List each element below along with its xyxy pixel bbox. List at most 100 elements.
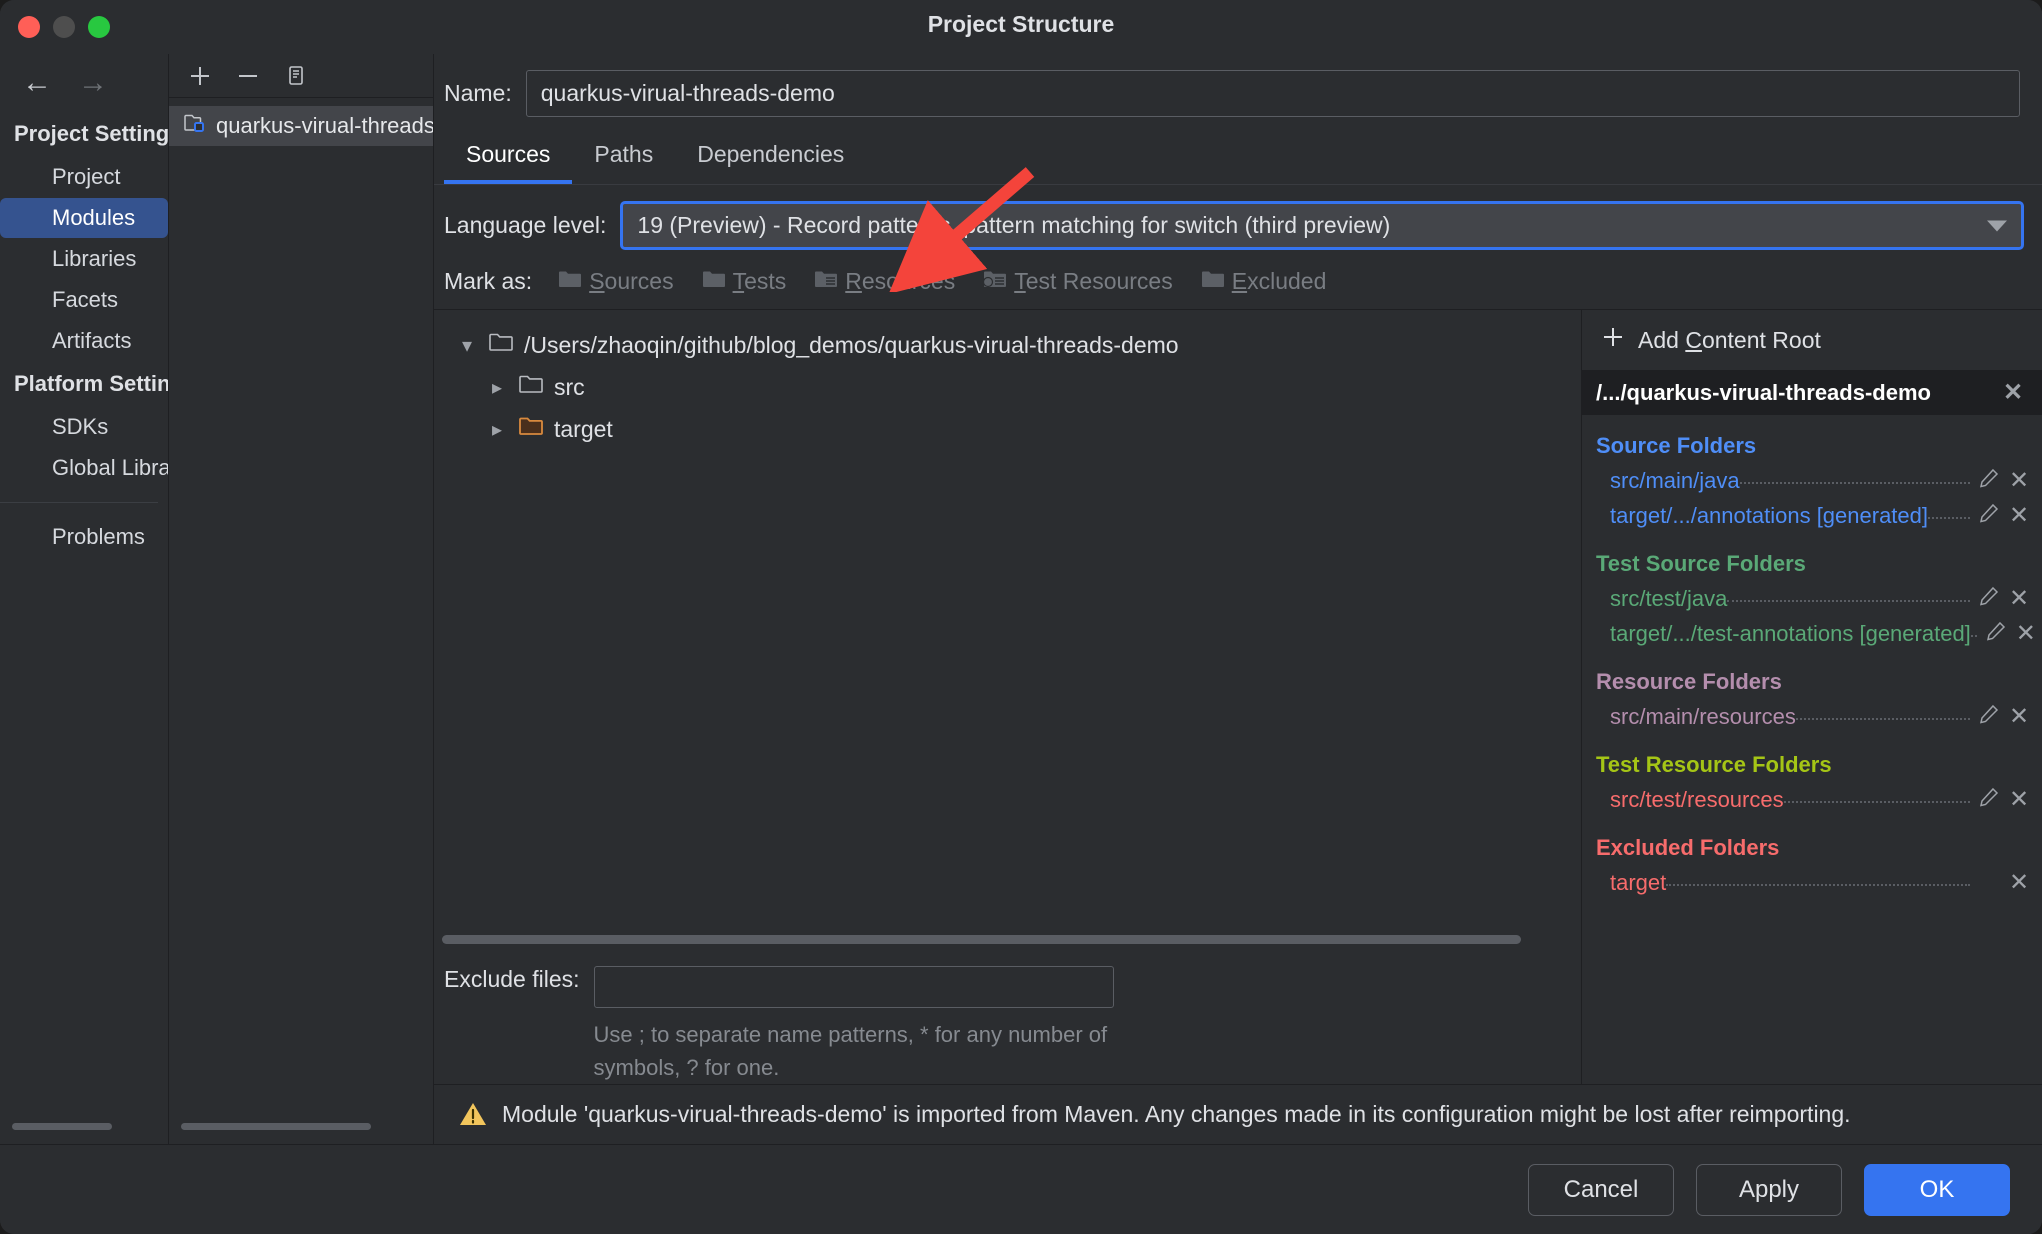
sidebar-group-project-settings: Project Settings bbox=[14, 121, 168, 146]
content-root-header: /.../quarkus-virual-threads-demo ✕ bbox=[1582, 370, 2042, 415]
mark-as-sources-button[interactable]: Sources bbox=[558, 268, 674, 295]
folder-path: target/.../test-annotations [generated] bbox=[1610, 620, 1971, 646]
modules-panel: quarkus-virual-threads-demo bbox=[168, 54, 434, 1144]
chevron-right-icon[interactable]: ▸ bbox=[486, 375, 508, 400]
dotted-leader bbox=[1727, 588, 1970, 602]
sidebar-item-sdks[interactable]: SDKs bbox=[0, 407, 168, 447]
list-item[interactable]: quarkus-virual-threads-demo bbox=[169, 106, 433, 146]
apply-button[interactable]: Apply bbox=[1696, 1163, 1842, 1216]
sidebar-item-facets[interactable]: Facets bbox=[0, 280, 168, 320]
list-item[interactable]: src/main/java ✕ bbox=[1596, 463, 2034, 498]
close-icon[interactable]: ✕ bbox=[2004, 584, 2034, 613]
folder-test-resources-icon bbox=[983, 268, 1007, 295]
close-icon[interactable]: ✕ bbox=[2004, 466, 2034, 495]
content-tree: ▾ /Users/zhaoqin/github/blog_demos/quark… bbox=[434, 310, 1581, 935]
list-item[interactable]: target/.../test-annotations [generated] … bbox=[1596, 616, 2036, 651]
pencil-icon[interactable] bbox=[1974, 467, 2004, 495]
language-level-select[interactable]: 19 (Preview) - Record patterns, pattern … bbox=[620, 201, 2024, 250]
modules-horizontal-scrollbar[interactable] bbox=[181, 1123, 371, 1130]
forward-arrow-icon[interactable]: → bbox=[78, 68, 108, 98]
sidebar-divider bbox=[0, 502, 158, 503]
mark-as-excluded-button[interactable]: Excluded bbox=[1201, 268, 1326, 295]
mark-as-test-resources-button[interactable]: Test Resources bbox=[983, 268, 1173, 295]
folder-icon bbox=[518, 373, 544, 401]
sidebar-item-project[interactable]: Project bbox=[0, 157, 168, 197]
close-icon[interactable]: ✕ bbox=[2004, 702, 2034, 731]
table-row[interactable]: ▸ target bbox=[434, 408, 1581, 450]
table-row[interactable]: ▾ /Users/zhaoqin/github/blog_demos/quark… bbox=[434, 324, 1581, 366]
editor-tabs: Sources Paths Dependencies bbox=[434, 133, 2042, 185]
ok-button[interactable]: OK bbox=[1864, 1163, 2010, 1216]
copy-module-icon[interactable] bbox=[281, 61, 311, 91]
remove-content-root-icon[interactable]: ✕ bbox=[1998, 378, 2028, 407]
pencil-icon[interactable] bbox=[1981, 620, 2011, 648]
tab-dependencies[interactable]: Dependencies bbox=[675, 133, 866, 184]
table-row[interactable]: ▸ src bbox=[434, 366, 1581, 408]
back-arrow-icon[interactable]: ← bbox=[22, 68, 52, 98]
sources-split: ▾ /Users/zhaoqin/github/blog_demos/quark… bbox=[434, 309, 2042, 1084]
mark-excluded-mnemonic: E bbox=[1231, 268, 1248, 294]
add-content-root-mnemonic: C bbox=[1685, 326, 1702, 353]
modules-list: quarkus-virual-threads-demo bbox=[169, 98, 433, 146]
pencil-icon[interactable] bbox=[1974, 703, 2004, 731]
mark-tests-mnemonic: T bbox=[732, 268, 745, 294]
close-icon[interactable]: ✕ bbox=[2004, 785, 2034, 814]
module-name-row: Name: quarkus-virual-threads-demo bbox=[434, 54, 2042, 117]
list-item[interactable]: src/main/resources ✕ bbox=[1596, 699, 2034, 734]
list-item[interactable]: target/.../annotations [generated] ✕ bbox=[1596, 498, 2034, 533]
sidebar-item-modules[interactable]: Modules bbox=[0, 198, 168, 238]
nav-history-controls: ← → bbox=[0, 54, 168, 98]
list-item[interactable]: target ✕ bbox=[1596, 865, 2034, 900]
mark-as-label: Mark as: bbox=[444, 268, 533, 294]
mark-resources-mnemonic: R bbox=[845, 268, 862, 294]
plus-icon bbox=[1600, 324, 1626, 356]
add-content-root-pre: Add bbox=[1638, 326, 1686, 353]
mark-tests-label: ests bbox=[744, 268, 787, 294]
tab-paths[interactable]: Paths bbox=[572, 133, 675, 184]
sidebar-item-libraries[interactable]: Libraries bbox=[0, 239, 168, 279]
pencil-icon[interactable] bbox=[1974, 786, 2004, 814]
sidebar-item-problems[interactable]: Problems bbox=[0, 517, 168, 557]
folder-excluded-icon bbox=[518, 415, 544, 443]
folder-resources-icon bbox=[814, 268, 838, 295]
mark-sources-label: ources bbox=[604, 268, 674, 294]
remove-module-icon[interactable] bbox=[233, 61, 263, 91]
dotted-leader bbox=[1666, 872, 1970, 886]
folder-groups: Source Folders src/main/java ✕ target/..… bbox=[1582, 415, 2042, 900]
pencil-icon[interactable] bbox=[1974, 502, 2004, 530]
name-label: Name: bbox=[444, 80, 512, 106]
list-item[interactable]: src/test/java ✕ bbox=[1596, 581, 2034, 616]
group-title-excluded-folders: Excluded Folders bbox=[1596, 835, 1780, 860]
sidebar-horizontal-scrollbar[interactable] bbox=[12, 1123, 112, 1130]
close-icon[interactable]: ✕ bbox=[2004, 501, 2034, 530]
dotted-leader bbox=[1928, 505, 1970, 519]
tree-horizontal-scrollbar[interactable] bbox=[442, 935, 1521, 944]
sidebar-item-global-libraries[interactable]: Global Libraries bbox=[0, 448, 168, 488]
chevron-right-icon[interactable]: ▸ bbox=[486, 417, 508, 442]
exclude-files-input[interactable] bbox=[593, 966, 1114, 1008]
dialog-body: ← → Project Settings Project Modules Lib… bbox=[0, 54, 2042, 1144]
mark-test-resources-mnemonic: T bbox=[1014, 268, 1026, 294]
mark-as-row: Mark as: Sources Tests Resources Test Re… bbox=[434, 250, 2042, 309]
list-item[interactable]: src/test/resources ✕ bbox=[1596, 782, 2034, 817]
add-module-icon[interactable] bbox=[185, 61, 215, 91]
pencil-icon[interactable] bbox=[1974, 585, 2004, 613]
group-title-resource-folders: Resource Folders bbox=[1596, 669, 1782, 694]
modules-toolbar bbox=[169, 54, 433, 98]
folder-tests-icon bbox=[702, 268, 726, 295]
mark-as-tests-button[interactable]: Tests bbox=[702, 268, 787, 295]
folder-path: src/main/java bbox=[1610, 467, 1740, 493]
sidebar-item-artifacts[interactable]: Artifacts bbox=[0, 321, 168, 361]
cancel-button[interactable]: Cancel bbox=[1528, 1163, 1674, 1216]
chevron-down-icon[interactable]: ▾ bbox=[456, 333, 478, 358]
folder-excluded-icon bbox=[1201, 268, 1225, 295]
mark-as-resources-button[interactable]: Resources bbox=[814, 268, 955, 295]
folder-sources-icon bbox=[558, 268, 582, 295]
tab-sources[interactable]: Sources bbox=[444, 133, 573, 184]
name-input[interactable]: quarkus-virual-threads-demo bbox=[525, 70, 2020, 117]
mark-test-resources-label: est Resources bbox=[1025, 268, 1173, 294]
add-content-root-button[interactable]: Add Content Root bbox=[1582, 310, 2042, 370]
close-icon[interactable]: ✕ bbox=[2004, 868, 2034, 897]
close-icon[interactable]: ✕ bbox=[2011, 619, 2041, 648]
language-level-value: 19 (Preview) - Record patterns, pattern … bbox=[637, 212, 1391, 238]
